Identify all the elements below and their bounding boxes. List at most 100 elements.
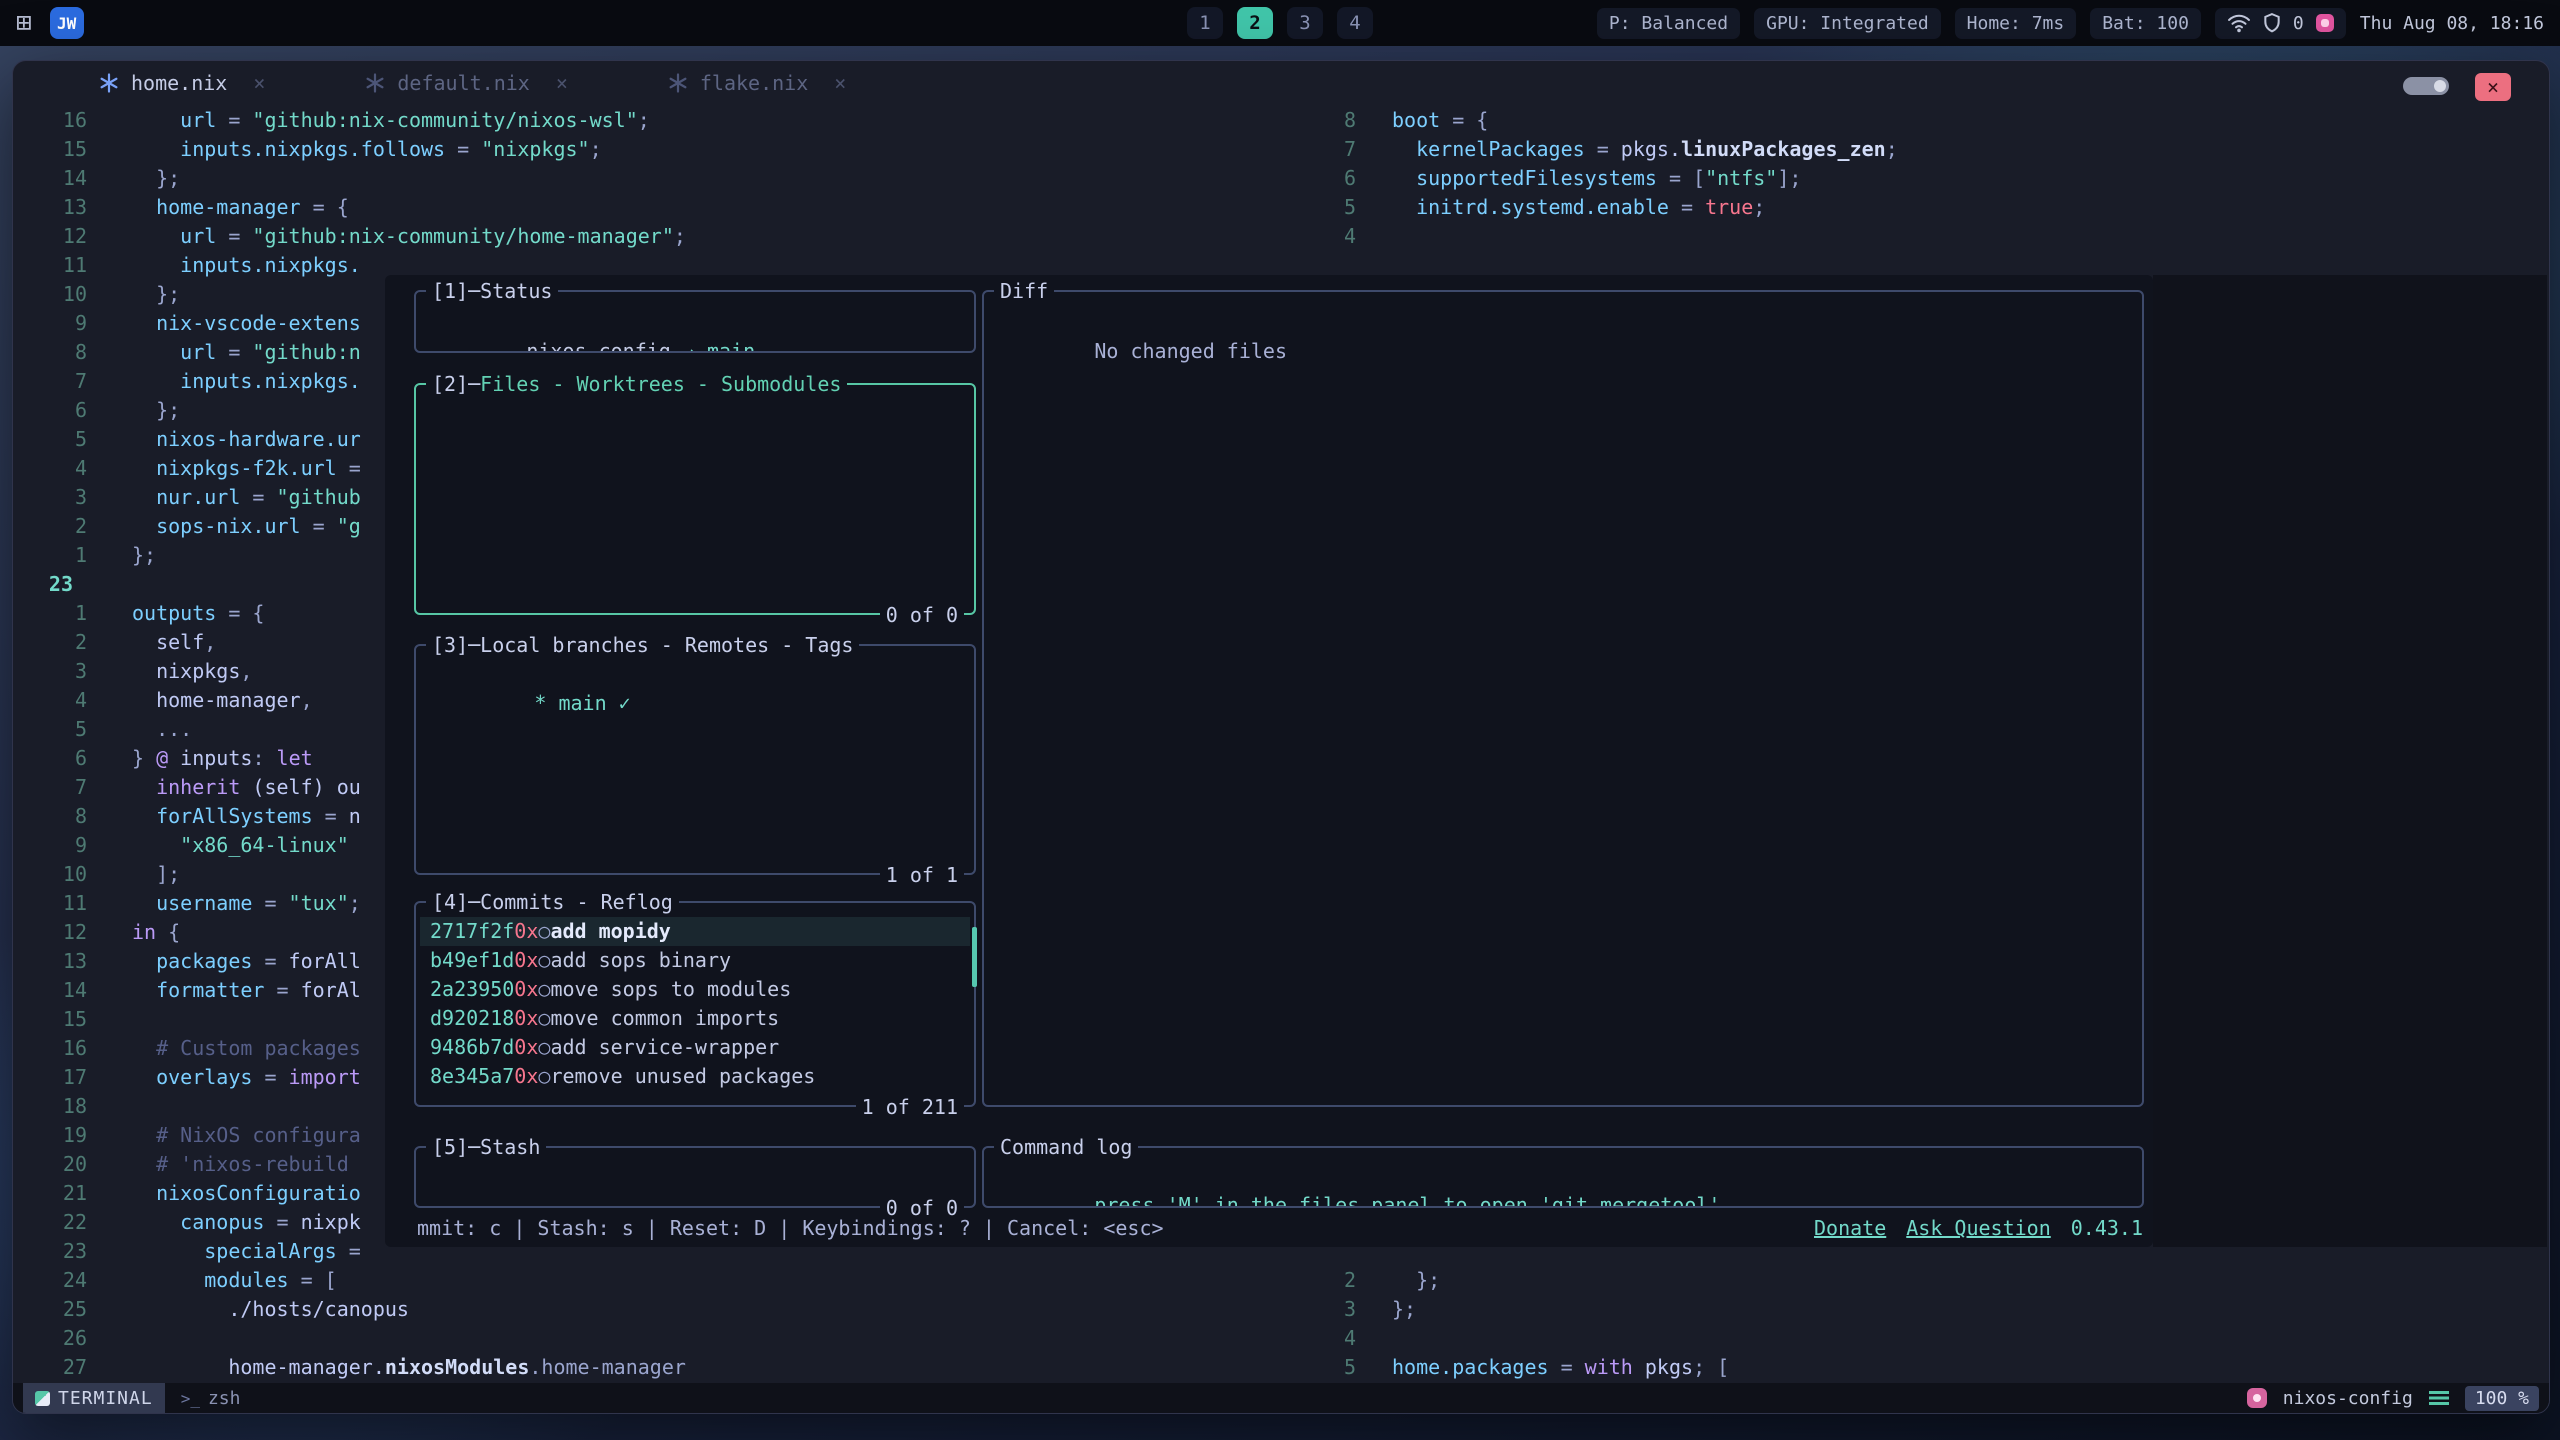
commit-message: add service-wrapper xyxy=(550,1033,779,1062)
line-number: 7 xyxy=(43,369,87,393)
wifi-icon[interactable] xyxy=(2227,13,2251,33)
line-number: 4 xyxy=(1312,1326,1356,1350)
line-number: 16 xyxy=(43,1036,87,1060)
menu-bars-icon xyxy=(2429,1391,2449,1405)
app-launcher-icon[interactable]: ⊞ xyxy=(16,10,32,36)
line-number: 3 xyxy=(43,659,87,683)
window-toggle[interactable] xyxy=(2403,77,2449,95)
line-number: 14 xyxy=(43,166,87,190)
panel-commits[interactable]: [4]─Commits - Reflog 2717f2f 0x ○ add mo… xyxy=(414,901,976,1107)
workspace-button-1[interactable]: 1 xyxy=(1187,7,1223,39)
line-number: 5 xyxy=(1312,1355,1356,1379)
tab-default.nix[interactable]: default.nix× xyxy=(365,71,568,95)
workspace-button-3[interactable]: 3 xyxy=(1287,7,1323,39)
commit-hash: 8e345a7 xyxy=(430,1062,514,1091)
nix-icon xyxy=(99,73,119,93)
panel-diff[interactable]: Diff No changed files xyxy=(982,290,2144,1107)
code-line: 6} @ inputs: let xyxy=(43,743,313,772)
line-number: 16 xyxy=(43,108,87,132)
code-line: 14 }; xyxy=(43,163,180,192)
branch-item[interactable]: * main ✓ xyxy=(522,691,630,715)
line-number: 13 xyxy=(43,195,87,219)
workspace-button-2[interactable]: 2 xyxy=(1237,7,1273,39)
code-line: 7 inputs.nixpkgs. xyxy=(43,366,361,395)
commits-scrollbar[interactable] xyxy=(972,927,977,987)
code-line: 11 username = "tux"; xyxy=(43,888,361,917)
commit-row[interactable]: 8e345a7 0x ○ remove unused packages xyxy=(420,1062,970,1091)
commit-graph-node: ○ xyxy=(538,1062,550,1091)
panel-branches[interactable]: [3]─Local branches - Remotes - Tags * ma… xyxy=(414,644,976,875)
line-number: 5 xyxy=(43,427,87,451)
line-number: 8 xyxy=(43,340,87,364)
commit-message: remove unused packages xyxy=(550,1062,815,1091)
line-number: 10 xyxy=(43,282,87,306)
line-number: 13 xyxy=(43,949,87,973)
donate-link[interactable]: Donate xyxy=(1814,1216,1886,1240)
line-number: 17 xyxy=(43,1065,87,1089)
workspace-switcher: 1234 xyxy=(1187,7,1373,39)
ask-question-link[interactable]: Ask Question xyxy=(1906,1216,2051,1240)
panel-command-log[interactable]: Command log press 'M' in the files panel… xyxy=(982,1146,2144,1208)
line-number: 1 xyxy=(43,543,87,567)
panel-files[interactable]: [2]─Files - Worktrees - Submodules 0 of … xyxy=(414,383,976,615)
line-number: 27 xyxy=(43,1355,87,1379)
code-line: 12 url = "github:nix-community/home-mana… xyxy=(43,221,686,250)
branch-indicator: → main xyxy=(683,339,755,351)
statusline-left: TERMINAL >_ zsh xyxy=(23,1383,240,1413)
tab-label: flake.nix xyxy=(700,71,808,95)
terminal-mode-tab[interactable]: TERMINAL xyxy=(23,1383,165,1413)
panel-status[interactable]: [1]─Status nixos-config → main xyxy=(414,290,976,353)
code-line: 15 inputs.nixpkgs.follows = "nixpkgs"; xyxy=(43,134,602,163)
line-number: 5 xyxy=(43,717,87,741)
code-line: 1outputs = { xyxy=(43,598,264,627)
line-number: 12 xyxy=(43,224,87,248)
commit-row[interactable]: b49ef1d 0x ○ add sops binary xyxy=(420,946,970,975)
line-number: 11 xyxy=(43,891,87,915)
commit-list: 2717f2f 0x ○ add mopidyb49ef1d 0x ○ add … xyxy=(416,903,974,1105)
shell-tab[interactable]: >_ zsh xyxy=(181,1388,241,1409)
tab-flake.nix[interactable]: flake.nix × xyxy=(668,71,846,95)
repo-name: nixos-config xyxy=(526,339,683,351)
keybinding-hints: mmit: c | Stash: s | Reset: D | Keybindi… xyxy=(417,1216,1164,1240)
commit-message: add sops binary xyxy=(550,946,731,975)
line-number: 4 xyxy=(43,688,87,712)
line-number: 8 xyxy=(43,804,87,828)
code-line: 20 # 'nixos-rebuild xyxy=(43,1149,349,1178)
tab-close-icon[interactable]: × xyxy=(834,71,846,95)
commit-row[interactable]: d920218 0x ○ move common imports xyxy=(420,1004,970,1033)
status-chip-3: Bat: 100 xyxy=(2090,8,2201,39)
window-close-button[interactable]: × xyxy=(2475,73,2511,101)
tab-close-icon[interactable]: × xyxy=(556,71,568,95)
panel-title-text: Files xyxy=(480,372,540,396)
line-number: 22 xyxy=(43,1210,87,1234)
shield-icon[interactable] xyxy=(2263,13,2281,33)
code-line: 25 ./hosts/canopus xyxy=(43,1294,409,1323)
code-line: 1}; xyxy=(43,540,156,569)
color-picker-icon[interactable] xyxy=(2316,14,2334,32)
commit-message: move common imports xyxy=(550,1004,779,1033)
code-line: 6 }; xyxy=(43,395,180,424)
code-line: 4 nixpkgs-f2k.url = xyxy=(43,453,361,482)
commit-graph-node: ○ xyxy=(538,975,550,1004)
statusline-right: nixos-config 100 % xyxy=(2247,1383,2539,1413)
topbar-left: ⊞ JW xyxy=(16,0,84,46)
code-line: 26 xyxy=(43,1323,132,1352)
commit-author: 0x xyxy=(514,975,538,1004)
commits-count: 1 of 211 xyxy=(856,1092,964,1121)
line-number: 2 xyxy=(43,514,87,538)
panel-stash[interactable]: [5]─Stash 0 of 0 xyxy=(414,1146,976,1208)
code-line: 13 packages = forAll xyxy=(43,946,361,975)
commit-hash: 2a23950 xyxy=(430,975,514,1004)
commit-row[interactable]: 2717f2f 0x ○ add mopidy xyxy=(420,917,970,946)
tab-close-icon[interactable]: × xyxy=(253,71,265,95)
code-line: 18 xyxy=(43,1091,132,1120)
workspace-button-4[interactable]: 4 xyxy=(1337,7,1373,39)
tab-home.nix[interactable]: home.nix× xyxy=(99,71,265,95)
diff-placeholder: No changed files xyxy=(1094,339,1287,363)
user-logo[interactable]: JW xyxy=(50,7,84,39)
line-number: 7 xyxy=(43,775,87,799)
clock: Thu Aug 08, 18:16 xyxy=(2360,13,2544,34)
shell-label: zsh xyxy=(208,1388,241,1409)
commit-row[interactable]: 9486b7d 0x ○ add service-wrapper xyxy=(420,1033,970,1062)
commit-row[interactable]: 2a23950 0x ○ move sops to modules xyxy=(420,975,970,1004)
